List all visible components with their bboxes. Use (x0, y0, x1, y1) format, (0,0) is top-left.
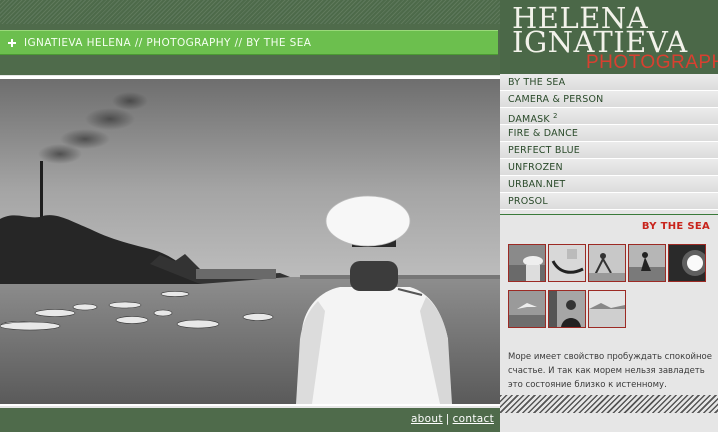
plus-icon[interactable] (8, 38, 16, 47)
menu-item-label: BY THE SEA (508, 77, 566, 88)
thumbnail[interactable] (548, 244, 586, 282)
menu-item-camera-person[interactable]: CAMERA & PERSON (500, 91, 718, 108)
thumbnail[interactable] (588, 244, 626, 282)
site-logo[interactable]: HELENA IGNATIEVA PHOTOGRAPHER (500, 0, 718, 74)
breadcrumb: IGNATIEVA HELENA // PHOTOGRAPHY // BY TH… (0, 30, 498, 55)
thumbnail[interactable] (508, 244, 546, 282)
menu-item-prosol[interactable]: PROSOL (500, 193, 718, 210)
menu-item-label: PERFECT BLUE (508, 145, 580, 156)
thumbnail[interactable] (548, 290, 586, 328)
gallery-menu: BY THE SEA CAMERA & PERSON DAMASK 2 FIRE… (500, 74, 718, 210)
menu-item-sup: 2 (553, 112, 558, 120)
menu-item-label: FIRE & DANCE (508, 128, 579, 139)
gallery-title-text: BY THE SEA (641, 221, 710, 232)
menu-item-label: CAMERA & PERSON (508, 94, 604, 105)
logo-subtitle: PHOTOGRAPHER (586, 52, 718, 73)
menu-item-damask[interactable]: DAMASK 2 (500, 108, 718, 125)
thumbnail-grid (500, 242, 718, 332)
menu-item-by-the-sea[interactable]: BY THE SEA (500, 74, 718, 91)
gallery-description: Море имеет свойство пробуждать спокойное… (508, 352, 712, 390)
thumbnail[interactable] (588, 290, 626, 328)
main-photo (0, 79, 500, 404)
contact-link[interactable]: contact (453, 413, 494, 425)
menu-item-label: UNFROZEN (508, 162, 563, 173)
menu-item-label: URBAN.NET (508, 179, 566, 190)
about-link[interactable]: about (411, 413, 443, 425)
menu-item-label: PROSOL (508, 196, 548, 207)
gallery-title: BY THE SEA (500, 214, 718, 233)
thumbnail[interactable] (508, 290, 546, 328)
thumbnail[interactable] (628, 244, 666, 282)
menu-item-fire-dance[interactable]: FIRE & DANCE (500, 125, 718, 142)
menu-item-label: DAMASK (508, 114, 550, 126)
footer-separator: | (445, 413, 450, 425)
footer-bar: about | contact (0, 408, 500, 432)
thumbnail[interactable] (668, 244, 706, 282)
breadcrumb-text: IGNATIEVA HELENA // PHOTOGRAPHY // BY TH… (24, 36, 312, 49)
decorative-hatch (500, 395, 718, 413)
footer-links: about | contact (411, 413, 494, 425)
menu-item-unfrozen[interactable]: UNFROZEN (500, 159, 718, 176)
header-texture (0, 0, 500, 24)
menu-item-perfect-blue[interactable]: PERFECT BLUE (500, 142, 718, 159)
menu-item-urban-net[interactable]: URBAN.NET (500, 176, 718, 193)
